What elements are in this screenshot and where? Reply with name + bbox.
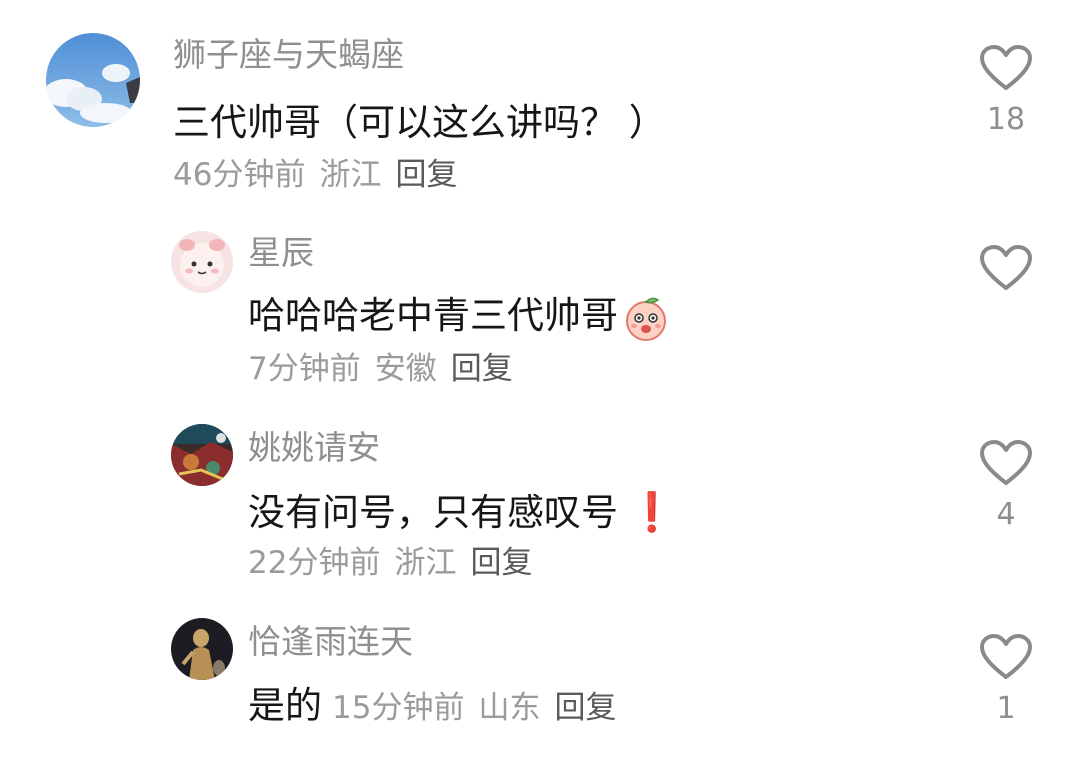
comment-time: 46分钟前 <box>173 157 306 193</box>
comment-meta: 7分钟前 安徽 回复 <box>248 349 527 389</box>
comment-location: 浙江 <box>394 545 457 581</box>
peach-face-emoji <box>622 294 670 342</box>
avatar[interactable] <box>46 33 140 127</box>
comment-username[interactable]: 狮子座与天蝎座 <box>173 35 404 75</box>
reply-button[interactable]: 回复 <box>451 351 513 387</box>
comment-time: 15分钟前 <box>332 690 465 726</box>
statue-avatar-image <box>171 618 233 680</box>
avatar[interactable] <box>171 231 233 293</box>
comment-content: 是的 15分钟前 山东 回复 <box>248 683 630 731</box>
reply-button[interactable]: 回复 <box>395 157 457 193</box>
comment-time: 22分钟前 <box>248 545 381 581</box>
comment-text: 是的 <box>248 684 322 727</box>
like-count: 1 <box>996 691 1016 726</box>
comment-meta: 46分钟前 浙江 回复 <box>173 155 471 195</box>
comment-location: 浙江 <box>319 157 382 193</box>
like-button[interactable] <box>978 244 1034 292</box>
like-count: 4 <box>996 497 1016 532</box>
comment-username[interactable]: 星辰 <box>248 233 314 273</box>
comment-text: 哈哈哈老中青三代帅哥 <box>248 294 618 337</box>
heart-icon <box>980 634 1032 679</box>
exclamation-emoji: ❗ <box>628 490 676 534</box>
avatar[interactable] <box>171 618 233 680</box>
comment-location: 安徽 <box>374 351 437 387</box>
like-button[interactable]: 18 <box>978 44 1034 138</box>
comment-content: 哈哈哈老中青三代帅哥 <box>248 293 670 342</box>
comment-time: 7分钟前 <box>248 351 361 387</box>
heart-icon <box>980 45 1032 90</box>
comment-location: 山东 <box>478 690 541 726</box>
comment-username[interactable]: 姚姚请安 <box>248 428 380 468</box>
comment-meta: 22分钟前 浙江 回复 <box>248 543 546 583</box>
like-button[interactable]: 1 <box>978 633 1034 727</box>
art-avatar-image <box>171 424 233 486</box>
heart-icon <box>980 245 1032 290</box>
sky-avatar-image <box>46 33 140 127</box>
like-count: 18 <box>986 102 1026 137</box>
comment-meta: 15分钟前 山东 回复 <box>332 690 630 726</box>
reply-button[interactable]: 回复 <box>554 690 616 726</box>
like-button[interactable]: 4 <box>978 439 1034 533</box>
reply-button[interactable]: 回复 <box>470 545 532 581</box>
comment-content: 三代帅哥（可以这么讲吗？ ） <box>173 101 666 144</box>
comment-content: 没有问号，只有感叹号 ❗ <box>248 489 675 536</box>
heart-icon <box>980 440 1032 485</box>
avatar[interactable] <box>171 424 233 486</box>
cartoon-avatar-image <box>171 231 233 293</box>
comment-username[interactable]: 恰逢雨连天 <box>248 622 413 662</box>
comment-text: 没有问号，只有感叹号 <box>248 491 618 534</box>
